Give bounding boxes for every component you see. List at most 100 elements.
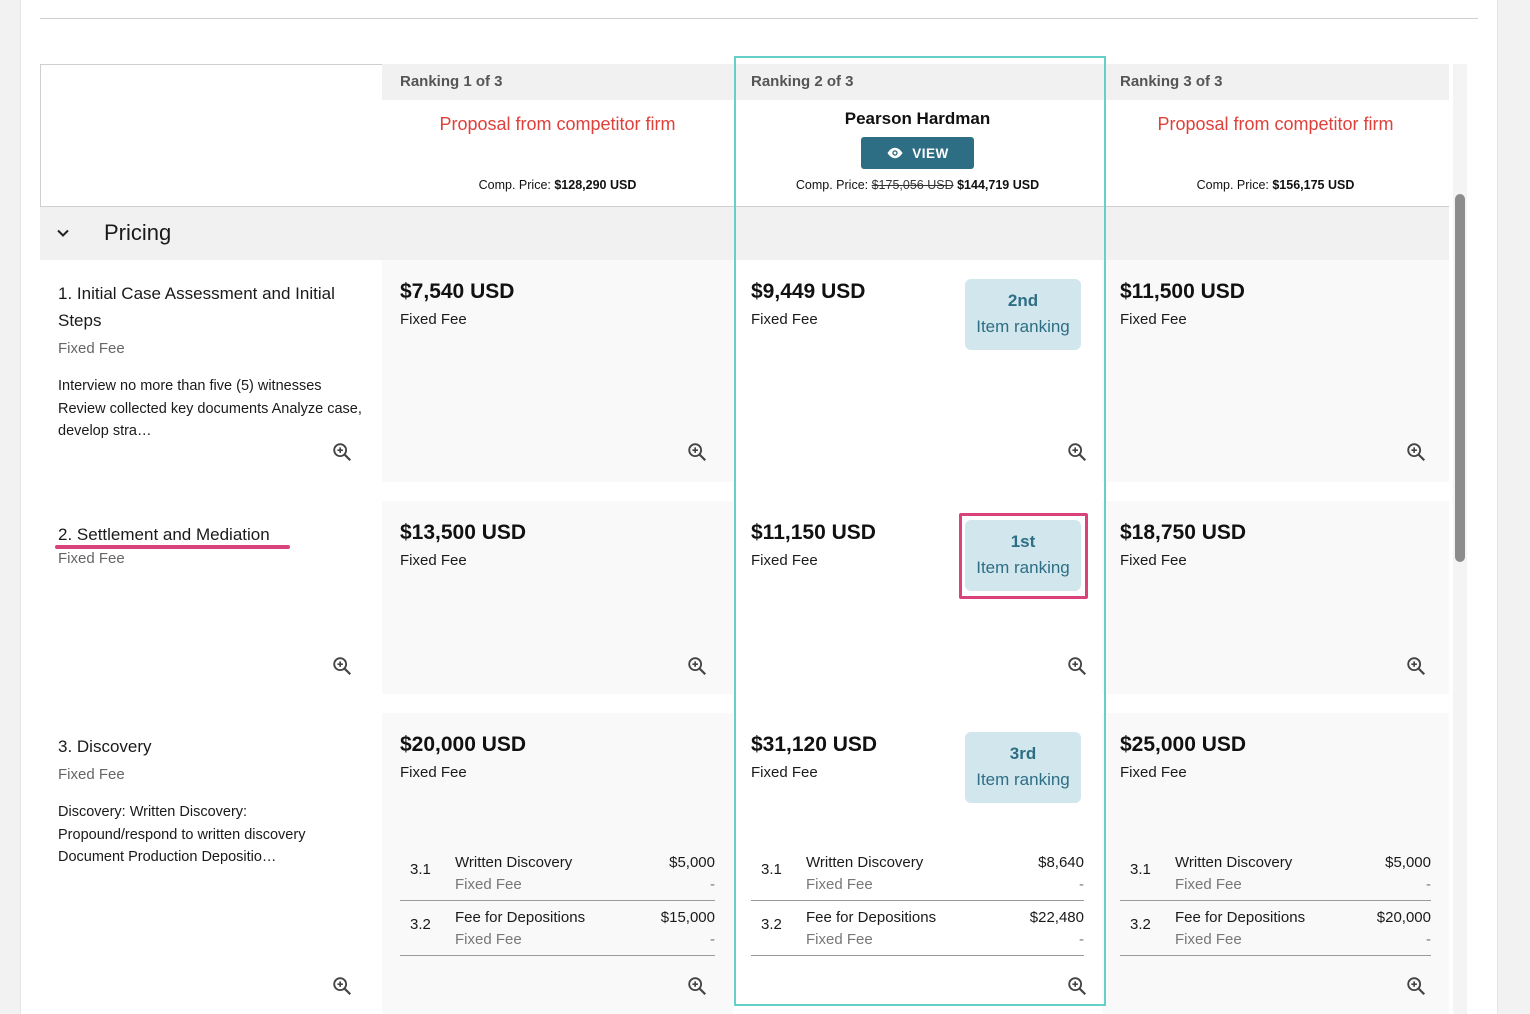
- price-amount: $9,449 USD: [751, 280, 866, 303]
- price-amount: $7,540 USD: [400, 280, 515, 303]
- zoom-in-icon[interactable]: [686, 975, 708, 997]
- view-button[interactable]: VIEW: [861, 137, 974, 169]
- item-ranking-badge: 2nd Item ranking: [965, 279, 1081, 350]
- comp-price: Comp. Price: $175,056 USD $144,719 USD: [733, 178, 1102, 192]
- section-header-pricing[interactable]: Pricing: [40, 207, 1449, 260]
- sub-item-amount: $5,000: [1385, 854, 1431, 871]
- item-fee-type: Fixed Fee: [58, 340, 125, 357]
- comp-price-label: Comp. Price:: [478, 178, 551, 192]
- item-label-cell: 3. Discovery Fixed Fee Discovery: Writte…: [40, 713, 382, 1014]
- top-divider: [40, 18, 1478, 19]
- price-cell: $7,540 USD Fixed Fee: [382, 260, 733, 482]
- sub-item-name: Fee for Depositions: [806, 909, 937, 926]
- scrollbar-thumb[interactable]: [1455, 194, 1465, 562]
- sub-item-name: Written Discovery: [806, 854, 924, 871]
- price-amount: $18,750 USD: [1120, 521, 1247, 544]
- comparison-page: Ranking 1 of 3 Proposal from competitor …: [20, 0, 1498, 1014]
- firm-name: Pearson Hardman: [844, 109, 991, 128]
- sub-item-fee-type: Fixed Fee: [806, 876, 873, 893]
- zoom-in-icon[interactable]: [1405, 975, 1427, 997]
- ranking-label: Ranking 2 of 3: [733, 64, 1102, 100]
- comp-price-old: $175,056 USD: [871, 178, 954, 192]
- badge-label: Item ranking: [976, 770, 1070, 789]
- view-button-label: VIEW: [912, 145, 949, 161]
- sub-item-amount: $15,000: [660, 909, 715, 926]
- sub-item-row: 3.1 Written Discovery Fixed Fee $5,000 -: [400, 846, 715, 901]
- zoom-in-icon[interactable]: [331, 975, 353, 997]
- comp-price-label: Comp. Price:: [1196, 178, 1269, 192]
- header-empty-cell: [40, 64, 383, 207]
- sub-item-dash: -: [710, 876, 715, 893]
- item-fee-type: Fixed Fee: [58, 550, 125, 567]
- badge-label: Item ranking: [976, 317, 1070, 336]
- zoom-in-icon[interactable]: [686, 655, 708, 677]
- zoom-in-icon[interactable]: [1405, 655, 1427, 677]
- sub-item-fee-type: Fixed Fee: [455, 876, 522, 893]
- price-amount: $25,000 USD: [1120, 733, 1247, 756]
- price-cell: $31,120 USD Fixed Fee 3rd Item ranking 3…: [733, 713, 1102, 1014]
- firm-name: Proposal from competitor firm: [439, 114, 676, 134]
- price-amount: $31,120 USD: [751, 733, 878, 756]
- sub-item-name: Written Discovery: [1175, 854, 1293, 871]
- sub-item-row: 3.1 Written Discovery Fixed Fee $8,640 -: [751, 846, 1084, 901]
- sub-item-dash: -: [1079, 931, 1084, 948]
- sub-item-row: 3.2 Fee for Depositions Fixed Fee $15,00…: [400, 901, 715, 956]
- column-header-3: Ranking 3 of 3 Proposal from competitor …: [1102, 64, 1449, 207]
- sub-item-number: 3.2: [761, 916, 782, 933]
- comp-price-value: $128,290 USD: [554, 178, 637, 192]
- zoom-in-icon[interactable]: [331, 655, 353, 677]
- sub-item-row: 3.2 Fee for Depositions Fixed Fee $22,48…: [751, 901, 1084, 956]
- badge-highlight-box: [959, 513, 1088, 599]
- sub-item-amount: $5,000: [669, 854, 715, 871]
- comp-price-label: Comp. Price:: [795, 178, 869, 192]
- sub-item-number: 3.2: [1130, 916, 1151, 933]
- sub-item-amount: $20,000: [1376, 909, 1431, 926]
- zoom-in-icon[interactable]: [1066, 975, 1088, 997]
- firm-name: Proposal from competitor firm: [1157, 114, 1394, 134]
- sub-item-number: 3.2: [410, 916, 431, 933]
- item-label-cell: 2. Settlement and Mediation Fixed Fee: [40, 501, 382, 694]
- price-amount: $11,500 USD: [1120, 280, 1245, 303]
- zoom-in-icon[interactable]: [331, 441, 353, 463]
- zoom-in-icon[interactable]: [1405, 441, 1427, 463]
- price-fee-type: Fixed Fee: [751, 311, 818, 328]
- price-fee-type: Fixed Fee: [400, 552, 467, 569]
- comp-price: Comp. Price: $156,175 USD: [1102, 178, 1449, 192]
- sub-item-list: 3.1 Written Discovery Fixed Fee $5,000 -…: [1120, 846, 1431, 956]
- ranking-label: Ranking 1 of 3: [382, 64, 733, 100]
- item-ranking-badge: 3rd Item ranking: [965, 732, 1081, 803]
- sub-item-dash: -: [1426, 931, 1431, 948]
- sub-item-amount: $8,640: [1038, 854, 1084, 871]
- comp-price-value: $156,175 USD: [1272, 178, 1355, 192]
- price-cell: $25,000 USD Fixed Fee 3.1 Written Discov…: [1102, 713, 1449, 1014]
- zoom-in-icon[interactable]: [1066, 655, 1088, 677]
- comp-price-value: $144,719 USD: [957, 178, 1040, 192]
- eye-icon: [887, 147, 903, 159]
- sub-item-number: 3.1: [410, 861, 431, 878]
- price-amount: $13,500 USD: [400, 521, 527, 544]
- item-title: 1. Initial Case Assessment and Initial S…: [58, 284, 335, 330]
- sub-item-number: 3.1: [1130, 861, 1151, 878]
- price-cell: $11,150 USD Fixed Fee 1st Item ranking: [733, 501, 1102, 694]
- price-fee-type: Fixed Fee: [751, 764, 818, 781]
- sub-item-dash: -: [710, 931, 715, 948]
- price-fee-type: Fixed Fee: [1120, 552, 1187, 569]
- column-header-1: Ranking 1 of 3 Proposal from competitor …: [382, 64, 733, 207]
- badge-position: 3rd: [1009, 744, 1037, 763]
- sub-item-amount: $22,480: [1029, 909, 1084, 926]
- section-title: Pricing: [104, 220, 172, 245]
- item-description: Discovery: Written Discovery: Propound/r…: [58, 804, 306, 865]
- sub-item-number: 3.1: [761, 861, 782, 878]
- price-cell: $18,750 USD Fixed Fee: [1102, 501, 1449, 694]
- price-fee-type: Fixed Fee: [1120, 764, 1187, 781]
- item-title: 2. Settlement and Mediation: [58, 525, 270, 544]
- comp-price: Comp. Price: $128,290 USD: [382, 178, 733, 192]
- sub-item-fee-type: Fixed Fee: [1175, 876, 1242, 893]
- zoom-in-icon[interactable]: [1066, 441, 1088, 463]
- price-fee-type: Fixed Fee: [1120, 311, 1187, 328]
- chevron-down-icon[interactable]: [56, 226, 70, 240]
- column-header-2: Ranking 2 of 3 Pearson Hardman VIEW Comp…: [733, 64, 1102, 207]
- sub-item-row: 3.2 Fee for Depositions Fixed Fee $20,00…: [1120, 901, 1431, 956]
- zoom-in-icon[interactable]: [686, 441, 708, 463]
- sub-item-fee-type: Fixed Fee: [1175, 931, 1242, 948]
